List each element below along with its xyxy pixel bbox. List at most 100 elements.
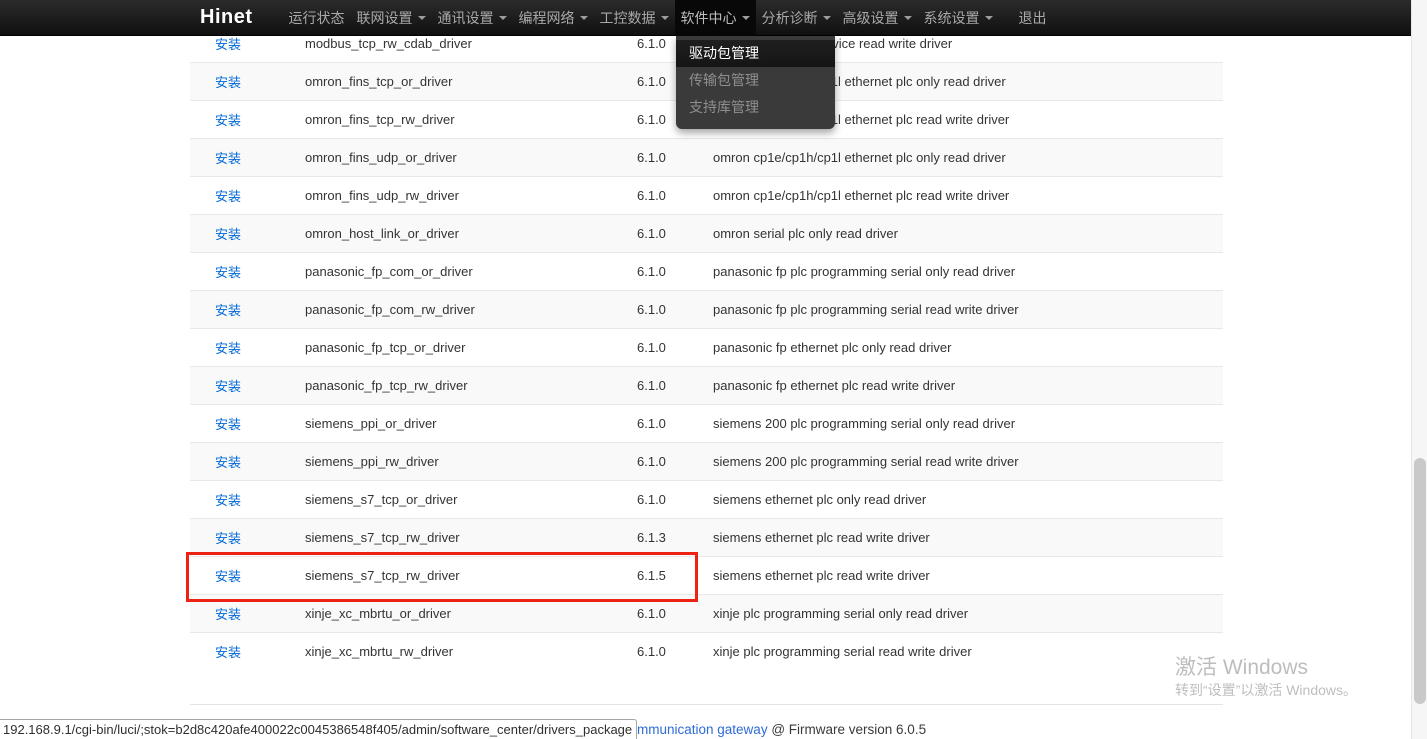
install-link[interactable]: 安装 — [215, 417, 241, 432]
driver-description: panasonic fp plc programming serial only… — [713, 253, 1223, 291]
highlight-box — [186, 552, 698, 602]
driver-description: siemens ethernet plc read write driver — [713, 557, 1223, 595]
driver-version: 6.1.0 — [637, 139, 713, 177]
nav-items: 运行状态联网设置 通讯设置 编程网络 工控数据 软件中心 分析诊断 高级设置 系统设置 退出 — [283, 0, 1053, 36]
install-link[interactable]: 安装 — [215, 341, 241, 356]
dropdown-item-1[interactable]: 驱动包管理 — [676, 40, 835, 67]
nav-item-1[interactable]: 运行状态 — [283, 0, 351, 36]
scrollbar-thumb[interactable] — [1414, 458, 1426, 704]
install-link[interactable]: 安装 — [215, 151, 241, 166]
driver-name: omron_fins_udp_or_driver — [305, 139, 637, 177]
chevron-down-icon — [499, 16, 507, 20]
table-row: 安装 panasonic_fp_tcp_rw_driver6.1.0panason… — [190, 367, 1223, 405]
driver-name: siemens_ppi_or_driver — [305, 405, 637, 443]
chevron-down-icon — [823, 16, 831, 20]
driver-name: siemens_s7_tcp_or_driver — [305, 481, 637, 519]
nav-item-label: 高级设置 — [843, 8, 899, 28]
table-row: 安装 omron_host_link_or_driver6.1.0omron se… — [190, 215, 1223, 253]
driver-name: panasonic_fp_tcp_rw_driver — [305, 367, 637, 405]
chevron-down-icon — [418, 16, 426, 20]
nav-item-4[interactable]: 编程网络 — [513, 0, 594, 36]
driver-name: panasonic_fp_com_or_driver — [305, 253, 637, 291]
browser-status-bubble: 192.168.9.1/cgi-bin/luci/;stok=b2d8c420a… — [0, 719, 637, 739]
driver-description: xinje plc programming serial read write … — [713, 633, 1223, 671]
chevron-down-icon — [580, 16, 588, 20]
install-link[interactable]: 安装 — [215, 75, 241, 90]
table-row: 安装 panasonic_fp_com_rw_driver6.1.0panason… — [190, 291, 1223, 329]
nav-item-7[interactable]: 分析诊断 — [756, 0, 837, 36]
driver-version: 6.1.0 — [637, 633, 713, 671]
nav-item-6[interactable]: 软件中心 — [675, 0, 756, 36]
driver-version: 6.1.0 — [637, 443, 713, 481]
nav-item-3[interactable]: 通讯设置 — [432, 0, 513, 36]
nav-item-label: 退出 — [1019, 8, 1047, 28]
driver-name: panasonic_fp_com_rw_driver — [305, 291, 637, 329]
status-url-text: 192.168.9.1/cgi-bin/luci/;stok=b2d8c420a… — [3, 722, 632, 737]
driver-version: 6.1.0 — [637, 367, 713, 405]
install-link[interactable]: 安装 — [215, 265, 241, 280]
nav-item-10[interactable]: 退出 — [1013, 0, 1053, 36]
driver-version: 6.1.0 — [637, 253, 713, 291]
chevron-down-icon — [985, 16, 993, 20]
install-link[interactable]: 安装 — [215, 645, 241, 660]
nav-item-9[interactable]: 系统设置 — [918, 0, 999, 36]
software-center-dropdown: 驱动包管理传输包管理支持库管理 — [676, 36, 835, 129]
nav-item-8[interactable]: 高级设置 — [837, 0, 918, 36]
driver-name: xinje_xc_mbrtu_rw_driver — [305, 633, 637, 671]
chevron-down-icon — [904, 16, 912, 20]
nav-item-label: 编程网络 — [519, 8, 575, 28]
driver-name: panasonic_fp_tcp_or_driver — [305, 329, 637, 367]
driver-name: omron_fins_udp_rw_driver — [305, 177, 637, 215]
install-link[interactable]: 安装 — [215, 607, 241, 622]
table-row: 安装 panasonic_fp_com_or_driver6.1.0panason… — [190, 253, 1223, 291]
dropdown-item-2[interactable]: 传输包管理 — [676, 67, 835, 94]
driver-name: siemens_ppi_rw_driver — [305, 443, 637, 481]
driver-description: siemens ethernet plc read write driver — [713, 519, 1223, 557]
dropdown-item-3[interactable]: 支持库管理 — [676, 94, 835, 121]
nav-item-label: 运行状态 — [289, 8, 345, 28]
nav-item-5[interactable]: 工控数据 — [594, 0, 675, 36]
driver-description: siemens 200 plc programming serial read … — [713, 443, 1223, 481]
watermark-line2: 转到“设置”以激活 Windows。 — [1175, 680, 1357, 700]
nav-item-2[interactable]: 联网设置 — [351, 0, 432, 36]
table-row: 安装 siemens_ppi_rw_driver6.1.0siemens 200 … — [190, 443, 1223, 481]
driver-name: omron_fins_tcp_rw_driver — [305, 101, 637, 139]
install-link[interactable]: 安装 — [215, 455, 241, 470]
driver-version: 6.1.0 — [637, 329, 713, 367]
driver-version: 6.1.0 — [637, 177, 713, 215]
driver-description: omron serial plc only read driver — [713, 215, 1223, 253]
driver-version: 6.1.0 — [637, 215, 713, 253]
driver-description: omron cp1e/cp1h/cp1l ethernet plc only r… — [713, 139, 1223, 177]
driver-description: panasonic fp plc programming serial read… — [713, 291, 1223, 329]
nav-item-label: 系统设置 — [924, 8, 980, 28]
install-link[interactable]: 安装 — [215, 37, 241, 52]
install-link[interactable]: 安装 — [215, 493, 241, 508]
driver-version: 6.1.0 — [637, 291, 713, 329]
driver-description: siemens 200 plc programming serial only … — [713, 405, 1223, 443]
driver-description: panasonic fp ethernet plc read write dri… — [713, 367, 1223, 405]
nav-item-label: 工控数据 — [600, 8, 656, 28]
table-row: 安装 omron_fins_udp_or_driver6.1.0omron cp1… — [190, 139, 1223, 177]
install-link[interactable]: 安装 — [215, 189, 241, 204]
driver-description: xinje plc programming serial only read d… — [713, 595, 1223, 633]
vertical-scrollbar[interactable] — [1411, 0, 1427, 739]
install-link[interactable]: 安装 — [215, 303, 241, 318]
footer-text: mmunication gateway @ Firmware version 6… — [637, 722, 926, 737]
nav-item-label: 通讯设置 — [438, 8, 494, 28]
table-row: 安装omron_fins_udp_rw_driver6.1.0omron cp1… — [190, 177, 1223, 215]
nav-item-label: 联网设置 — [357, 8, 413, 28]
driver-name: omron_host_link_or_driver — [305, 215, 637, 253]
install-link[interactable]: 安装 — [215, 379, 241, 394]
nav-item-label: 分析诊断 — [762, 8, 818, 28]
nav-item-label: 软件中心 — [681, 8, 737, 28]
driver-version: 6.1.0 — [637, 481, 713, 519]
table-row: 安装siemens_ppi_or_driver6.1.0siemens 200 … — [190, 405, 1223, 443]
install-link[interactable]: 安装 — [215, 227, 241, 242]
footer-gateway-link[interactable]: mmunication gateway — [637, 722, 768, 737]
chevron-down-icon — [742, 16, 750, 20]
firmware-version-text: @ Firmware version 6.0.5 — [768, 722, 927, 737]
install-link[interactable]: 安装 — [215, 531, 241, 546]
chevron-down-icon — [661, 16, 669, 20]
install-link[interactable]: 安装 — [215, 113, 241, 128]
table-row: 安装panasonic_fp_tcp_or_driver6.1.0panason… — [190, 329, 1223, 367]
